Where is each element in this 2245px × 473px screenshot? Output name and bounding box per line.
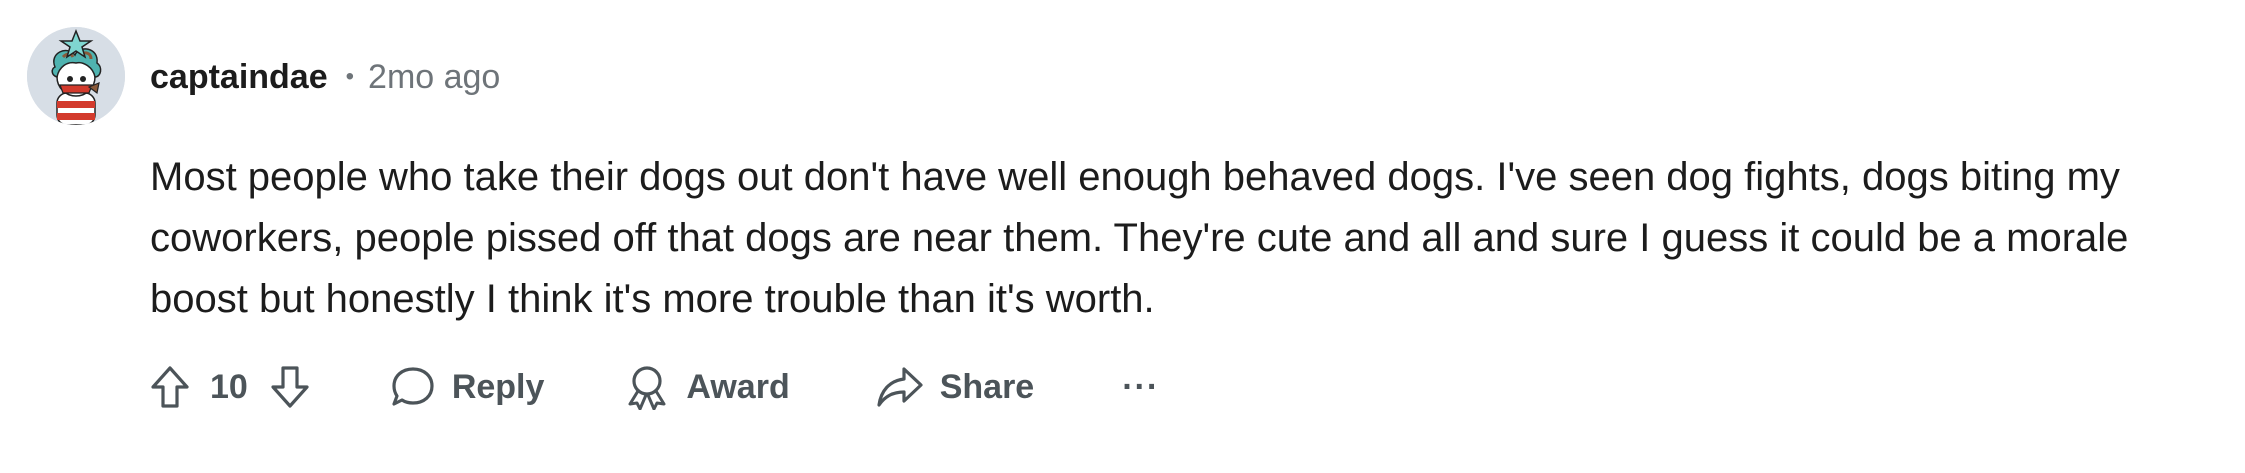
more-options-button[interactable]: ··· [1122, 368, 1159, 407]
award-button[interactable]: Award [624, 364, 790, 410]
reply-button[interactable]: Reply [390, 365, 545, 409]
share-label: Share [939, 367, 1035, 406]
award-icon [628, 366, 666, 410]
downvote-button[interactable] [270, 365, 310, 409]
action-bar: 10 Reply Award Share ··· [150, 357, 1159, 417]
comment-header: captaindae • 2mo ago [150, 55, 500, 99]
upvote-icon [151, 366, 189, 408]
reply-label: Reply [451, 367, 545, 406]
avatar-image [27, 27, 125, 125]
award-label: Award [686, 367, 790, 406]
comment: captaindae • 2mo ago Most people who tak… [0, 0, 2245, 473]
timestamp[interactable]: 2mo ago [368, 58, 500, 97]
ellipsis-icon: ··· [1122, 367, 1160, 406]
upvote-button[interactable] [150, 365, 190, 409]
vote-count: 10 [210, 367, 248, 406]
avatar[interactable] [27, 27, 125, 125]
meta-separator: • [345, 63, 355, 90]
username[interactable]: captaindae [150, 58, 328, 97]
reply-icon [392, 367, 434, 406]
comment-body: Most people who take their dogs out don'… [150, 155, 2129, 321]
downvote-icon [271, 366, 309, 408]
share-icon [877, 367, 923, 407]
share-button[interactable]: Share [876, 365, 1035, 409]
